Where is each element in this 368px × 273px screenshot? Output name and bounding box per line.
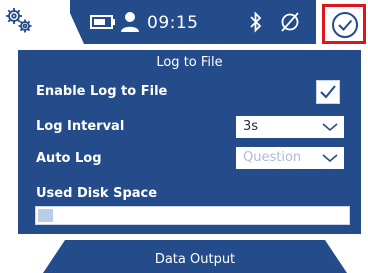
chevron-down-icon xyxy=(322,154,338,163)
battery-icon xyxy=(90,15,115,29)
clock-time: 09:15 xyxy=(147,13,199,33)
settings-gears-icon[interactable] xyxy=(4,6,34,36)
user-icon xyxy=(121,12,139,32)
disk-space-label: Used Disk Space xyxy=(36,186,158,201)
auto-log-select[interactable]: Question xyxy=(236,147,344,169)
confirm-button[interactable] xyxy=(322,4,366,44)
no-connection-icon xyxy=(281,12,299,32)
chevron-down-icon xyxy=(322,123,338,132)
enable-log-checkbox[interactable] xyxy=(316,80,340,104)
checkmark-icon xyxy=(320,85,336,99)
status-bar: 09:15 xyxy=(0,0,368,52)
data-output-tab[interactable]: Data Output xyxy=(43,240,347,273)
enable-log-label: Enable Log to File xyxy=(36,84,168,99)
checkmark-circle-icon xyxy=(332,12,358,38)
log-interval-label: Log Interval xyxy=(36,119,125,134)
auto-log-value: Question xyxy=(243,150,302,165)
bluetooth-icon xyxy=(250,11,262,33)
log-interval-value: 3s xyxy=(243,119,259,134)
data-output-label: Data Output xyxy=(154,252,236,267)
log-to-file-panel: Log to File Enable Log to File Log Inter… xyxy=(18,50,361,234)
log-interval-select[interactable]: 3s xyxy=(236,116,344,138)
disk-space-fill xyxy=(38,209,53,222)
panel-title: Log to File xyxy=(156,55,223,70)
auto-log-label: Auto Log xyxy=(36,151,102,166)
disk-space-bar xyxy=(35,206,350,225)
